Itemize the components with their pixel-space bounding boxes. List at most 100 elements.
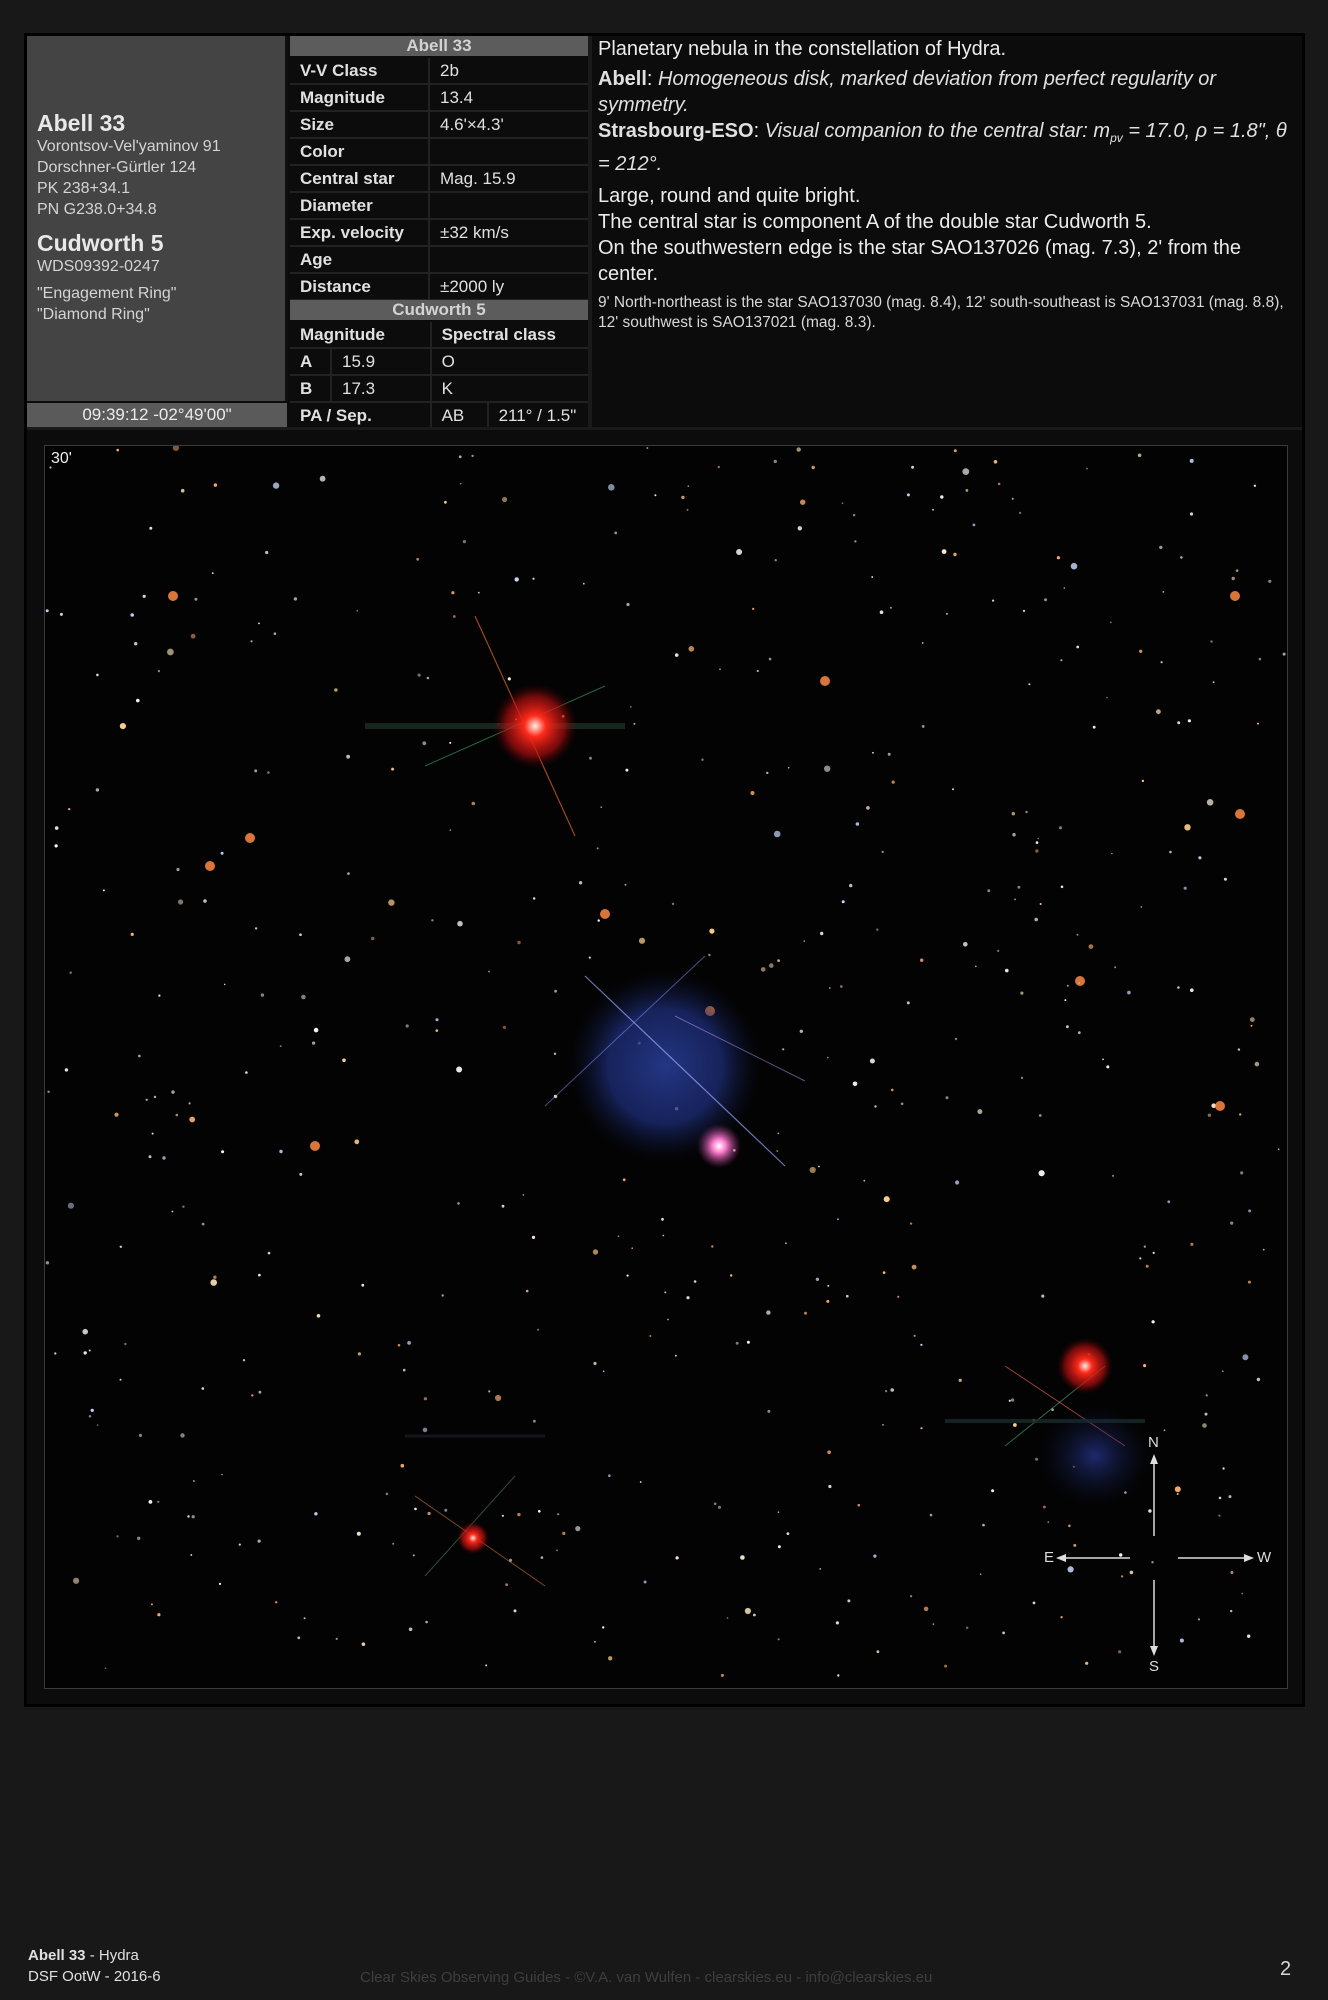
eso-note: Strasbourg-ESO: Visual companion to the … [598,120,1287,175]
field-star [211,572,214,574]
field-star [1127,990,1131,995]
field-star [1056,556,1060,560]
field-star [116,448,119,452]
field-star [138,1433,143,1437]
field-star [254,927,258,930]
field-star [1034,917,1038,922]
fov-label: 30' [51,450,72,467]
field-star [753,1613,756,1617]
field-star [782,1048,785,1051]
field-star [1028,683,1031,686]
field-star [444,1508,448,1512]
field-star [766,771,769,775]
central-star-note: The central star is component A of the d… [598,211,1152,233]
field-star [414,1507,417,1511]
section-divider [27,427,1302,430]
field-star [1249,1017,1255,1022]
field-star [1277,1148,1280,1150]
field-star [220,851,224,855]
field-star [422,1427,428,1433]
field-star [361,1642,366,1646]
field-star [662,1234,665,1237]
field-star [815,1277,820,1281]
bright-red-star [365,615,625,837]
field-star [175,1113,179,1117]
field-star [297,1636,301,1640]
table-row: Color [290,138,588,166]
field-star [835,1621,840,1625]
field-star [608,1656,613,1661]
field-star [1235,569,1239,572]
field-star [953,552,957,557]
field-star [1198,856,1202,860]
field-star [1076,933,1079,936]
field-star [171,1210,174,1213]
field-star [344,956,351,963]
field-star [841,900,845,904]
field-star [151,1132,154,1135]
field-star [1005,968,1009,973]
field-star [1088,944,1094,949]
field-star [713,1502,717,1506]
properties-header: Abell 33 [290,36,588,56]
field-star [130,613,134,617]
field-star [1025,810,1028,814]
field-star [182,1205,185,1208]
property-label: Diameter [290,192,430,220]
field-star [654,494,657,497]
field-star [863,1179,866,1182]
field-star [423,1397,427,1401]
field-star [966,1626,969,1630]
field-star [95,788,100,792]
field-star [913,1334,916,1337]
properties-table: V-V Class 2b Magnitude 13.4 Size 4.6'×4.3' … [290,58,588,301]
field-star [992,599,995,602]
field-star [820,676,830,686]
field-star [148,1500,153,1504]
footer-object: Abell 33 - Hydra [28,1947,139,1964]
field-star [254,769,258,773]
field-star [1253,484,1257,487]
field-star [1106,696,1108,699]
field-star [911,465,915,469]
field-star [1020,1076,1024,1079]
page-number: 2 [1280,1958,1292,1980]
field-star [735,1341,739,1345]
field-star [1011,812,1015,816]
field-star [192,1480,195,1482]
field-star [720,1673,724,1677]
field-star [769,963,774,968]
property-value: 13.4 [429,84,588,112]
field-star [589,756,592,760]
field-star [784,1242,787,1245]
field-star [1066,984,1069,987]
field-star [299,1172,303,1176]
field-star [507,677,511,681]
field-star [435,1018,439,1022]
property-label: V-V Class [290,58,430,85]
field-star [1205,1394,1208,1397]
field-star [1204,1412,1208,1416]
field-star [405,1024,409,1028]
field-star [750,791,755,795]
property-value [429,138,588,166]
field-star [191,1515,195,1519]
field-star [517,1512,521,1517]
field-star [54,826,59,830]
field-star [881,850,884,853]
table-row: V-V Class 2b [290,58,588,85]
field-star [955,1180,960,1185]
object-identity-panel: Abell 33 Vorontsov-Vel'yaminov 91 Dorsch… [27,36,287,401]
field-star [1058,826,1063,830]
field-star [502,496,508,503]
field-star [119,1245,123,1248]
component-spectral: O [430,348,588,376]
property-value: 4.6'×4.3' [429,111,588,139]
field-star [157,1613,161,1617]
field-star [205,861,215,871]
field-star [797,526,802,531]
field-star [777,1545,781,1549]
field-star [866,806,870,810]
field-star [457,1202,460,1205]
compass-west: W [1257,1549,1272,1566]
